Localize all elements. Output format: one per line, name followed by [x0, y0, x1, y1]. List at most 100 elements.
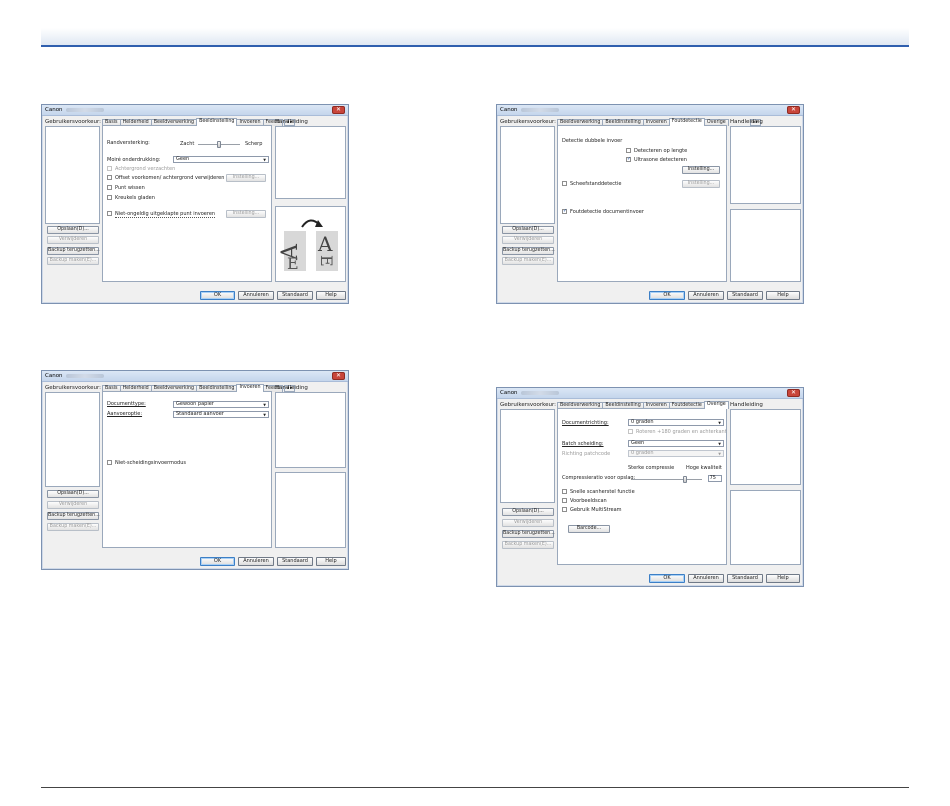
prescan-checkbox[interactable]	[562, 498, 567, 503]
edge-slider-thumb[interactable]	[217, 141, 221, 148]
dialog-overige: Canon ✕ Gebruikersvoorkeur: Opslaan(D)..…	[496, 387, 804, 587]
cancel-button[interactable]: Annuleren	[688, 291, 724, 300]
manual-box-top	[730, 126, 801, 204]
ultrasonic-checkbox[interactable]: ✓	[626, 157, 631, 162]
user-settings-label: Gebruikersvoorkeur:	[500, 402, 557, 408]
offset-remove-checkbox[interactable]	[107, 175, 112, 180]
add-setting-button[interactable]: Opslaan(D)...	[47, 226, 99, 234]
manual-box-top	[275, 392, 346, 468]
soft-label: Zacht	[180, 141, 195, 147]
backup-restore-button[interactable]: Backup terugzetten...	[502, 247, 555, 255]
default-button[interactable]: Standaard	[727, 291, 763, 300]
default-button[interactable]: Standaard	[277, 557, 313, 566]
user-settings-label: Gebruikersvoorkeur:	[45, 119, 102, 125]
default-button[interactable]: Standaard	[277, 291, 313, 300]
backup-restore-button[interactable]: Backup terugzetten...	[502, 530, 555, 538]
delete-setting-button[interactable]: Verwijderen	[502, 236, 554, 244]
batch-select[interactable]: Geen ▼	[628, 440, 724, 447]
user-settings-list[interactable]	[500, 409, 555, 503]
close-icon[interactable]: ✕	[332, 372, 345, 380]
prevent-bleed-checkbox[interactable]	[107, 211, 112, 216]
comp-slider-thumb[interactable]	[682, 476, 687, 483]
backup-make-button[interactable]: Backup maken(E)...	[502, 541, 554, 549]
doc-orient-select[interactable]: 0 graden ▼	[628, 419, 724, 426]
bleed-settings-button[interactable]: Instelling...	[226, 210, 266, 218]
bg-smooth-checkbox[interactable]	[107, 166, 112, 171]
backup-make-button[interactable]: Backup maken(E)...	[47, 523, 99, 531]
barcode-button[interactable]: Barcode...	[568, 525, 610, 533]
close-icon[interactable]: ✕	[787, 106, 800, 114]
ok-button[interactable]: OK	[200, 291, 235, 300]
backup-restore-button[interactable]: Backup terugzetten...	[47, 512, 100, 520]
help-button[interactable]: Help	[316, 291, 346, 300]
dots-remove-checkbox[interactable]	[107, 185, 112, 190]
comp-slider-track[interactable]	[632, 479, 702, 480]
cancel-button[interactable]: Annuleren	[688, 574, 724, 583]
dots-remove-label: Punt wissen	[115, 185, 145, 191]
close-icon[interactable]: ✕	[332, 106, 345, 114]
blurred-model-name	[520, 390, 559, 395]
doc-protection-checkbox[interactable]: ✓	[562, 209, 567, 214]
notch-remove-label: Kreukels gladen	[115, 195, 155, 201]
add-setting-button[interactable]: Opslaan(D)...	[502, 226, 554, 234]
offset-settings-button[interactable]: Instelling...	[226, 174, 266, 182]
add-setting-button[interactable]: Opslaan(D)...	[47, 490, 99, 498]
ok-button[interactable]: OK	[649, 291, 685, 300]
cancel-button[interactable]: Annuleren	[238, 557, 274, 566]
batch-label: Batch scheiding:	[562, 441, 604, 447]
ok-button[interactable]: OK	[649, 574, 685, 583]
comp-ratio-spinner[interactable]: 75	[708, 475, 722, 482]
ok-button[interactable]: OK	[200, 557, 235, 566]
doc-orient-value: 0 graden	[631, 419, 654, 425]
cancel-button[interactable]: Annuleren	[238, 291, 274, 300]
tab-overige[interactable]: Overige	[703, 401, 729, 409]
doc-protection-label: Foutdetectie documentinvoer	[570, 209, 644, 215]
doc-type-select[interactable]: Gewoon papier ▼	[173, 401, 269, 408]
notch-remove-checkbox[interactable]	[107, 195, 112, 200]
nonsep-feed-label: Niet-scheidingsinvoermodus	[115, 460, 186, 466]
multistream-checkbox[interactable]	[562, 507, 567, 512]
nonsep-feed-checkbox[interactable]	[107, 460, 112, 465]
help-button[interactable]: Help	[766, 291, 800, 300]
offset-remove-label: Offset voorkomen/ achtergrond verwijdere…	[115, 175, 225, 181]
doc-type-value: Gewoon papier	[176, 401, 214, 407]
user-settings-list[interactable]	[45, 126, 100, 224]
moire-select[interactable]: Geen ▼	[173, 156, 269, 163]
ultrasonic-label: Ultrasone detecteren	[634, 157, 687, 163]
user-settings-list[interactable]	[45, 392, 100, 487]
delete-setting-button[interactable]: Verwijderen	[47, 236, 99, 244]
delete-setting-button[interactable]: Verwijderen	[502, 519, 554, 527]
help-button[interactable]: Help	[766, 574, 800, 583]
help-button[interactable]: Help	[316, 557, 346, 566]
staple-detect-checkbox[interactable]	[562, 181, 567, 186]
add-setting-button[interactable]: Opslaan(D)...	[502, 508, 554, 516]
manual-box-bottom	[730, 490, 801, 565]
close-icon[interactable]: ✕	[787, 389, 800, 397]
rotate-180-checkbox[interactable]	[628, 429, 633, 434]
double-feed-settings-button[interactable]: Instelling...	[682, 166, 720, 174]
dialog-title: Canon	[500, 107, 518, 113]
tab-foutdetectie[interactable]: Foutdetectie	[668, 118, 705, 126]
fast-recovery-label: Snelle scanherstel functie	[570, 489, 635, 495]
by-length-checkbox[interactable]	[626, 148, 631, 153]
barcode-orient-select[interactable]: 0 graden ▼	[628, 450, 724, 457]
rotate-180-label: Roteren +180 graden en achterkant	[636, 429, 727, 435]
default-button[interactable]: Standaard	[727, 574, 763, 583]
header-bar	[41, 28, 909, 47]
feed-option-select[interactable]: Standaard aanvoer ▼	[173, 411, 269, 418]
backup-restore-button[interactable]: Backup terugzetten...	[47, 247, 100, 255]
backup-make-button[interactable]: Backup maken(E)...	[47, 257, 99, 265]
batch-value: Geen	[631, 440, 645, 446]
comp-ratio-label: Compressieratio voor opslag:	[562, 475, 636, 481]
fast-recovery-checkbox[interactable]	[562, 489, 567, 494]
delete-setting-button[interactable]: Verwijderen	[47, 501, 99, 509]
backup-make-button[interactable]: Backup maken(E)...	[502, 257, 554, 265]
by-length-label: Detecteren op lengte	[634, 148, 688, 154]
tab-invoeren[interactable]: Invoeren	[236, 384, 264, 392]
user-settings-list[interactable]	[500, 126, 555, 224]
title-bar: Canon ✕	[497, 388, 803, 399]
staple-settings-button[interactable]: Instelling...	[682, 180, 720, 188]
barcode-orient-label: Richting patchcode	[562, 451, 611, 457]
doc-type-label: Documenttype:	[107, 401, 146, 407]
tab-beeldinstelling[interactable]: Beeldinstelling	[196, 118, 238, 126]
